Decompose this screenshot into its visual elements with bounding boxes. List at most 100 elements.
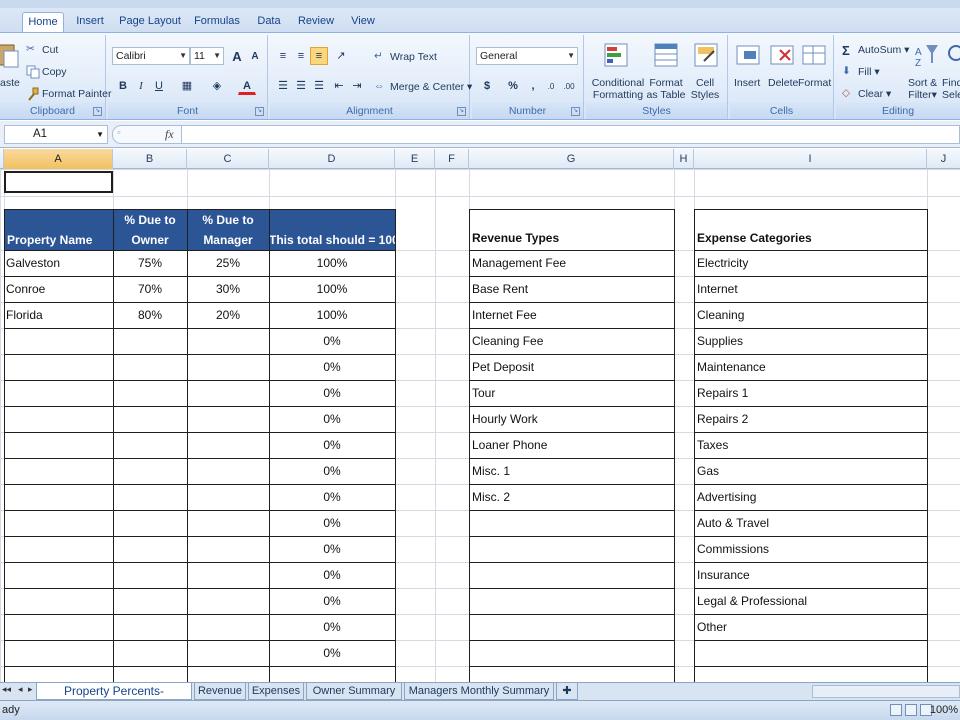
manager-percent-cell[interactable] [187, 406, 269, 432]
delete-button[interactable]: Delete [768, 77, 798, 89]
name-box[interactable]: A1 ▼ [4, 125, 108, 144]
expense-categories-item[interactable]: Repairs 2 [697, 406, 926, 432]
format-as-table-icon[interactable] [652, 41, 680, 69]
total-percent-cell[interactable]: 0% [269, 614, 395, 640]
property-name-cell[interactable] [6, 640, 111, 666]
property-name-cell[interactable] [6, 614, 111, 640]
total-percent-cell[interactable]: 0% [269, 588, 395, 614]
owner-percent-cell[interactable] [113, 614, 187, 640]
column-header-b[interactable]: B [113, 149, 187, 169]
italic-button[interactable]: I [132, 77, 150, 95]
manager-percent-cell[interactable] [187, 484, 269, 510]
owner-percent-cell[interactable] [113, 588, 187, 614]
sheet-tab-owner-summary[interactable]: Owner Summary [306, 683, 402, 700]
owner-percent-cell[interactable] [113, 484, 187, 510]
sheet-tab-revenue[interactable]: Revenue [194, 683, 246, 700]
cut-button[interactable]: ✂ Cut [26, 43, 58, 57]
owner-percent-cell[interactable] [113, 536, 187, 562]
number-format-select[interactable]: General ▼ [476, 47, 578, 65]
expense-categories-item[interactable]: Supplies [697, 328, 926, 354]
total-percent-cell[interactable]: 100% [269, 250, 395, 276]
total-percent-cell[interactable]: 0% [269, 458, 395, 484]
comma-button[interactable]: , [524, 77, 542, 95]
expense-categories-item[interactable]: Electricity [697, 250, 926, 276]
insert-sheet-icon[interactable]: ✚ [556, 683, 578, 700]
column-header-j[interactable]: J [927, 149, 960, 169]
owner-percent-cell[interactable]: 75% [113, 250, 187, 276]
expense-categories-item[interactable]: Cleaning [697, 302, 926, 328]
format-as-table-button[interactable]: Format as Table [644, 77, 688, 101]
sheet-tab-property-percents[interactable]: Property Percents-Categories [36, 683, 192, 714]
property-name-cell[interactable] [6, 354, 111, 380]
column-header-g[interactable]: G [469, 149, 674, 169]
tab-data[interactable]: Data [252, 12, 286, 32]
manager-percent-cell[interactable] [187, 562, 269, 588]
manager-percent-cell[interactable] [187, 354, 269, 380]
wrap-text-button[interactable]: ↵ Wrap Text [374, 50, 437, 64]
alignment-launcher-icon[interactable]: ↘ [457, 107, 466, 116]
property-name-cell[interactable] [6, 562, 111, 588]
owner-percent-cell[interactable] [113, 354, 187, 380]
currency-button[interactable]: $ [478, 77, 496, 95]
find-select-button[interactable]: FindSele [942, 77, 960, 101]
total-percent-cell[interactable]: 100% [269, 276, 395, 302]
bold-button[interactable]: B [114, 77, 132, 95]
delete-cells-icon[interactable] [768, 41, 796, 69]
expense-categories-item[interactable]: Taxes [697, 432, 926, 458]
expense-categories-item[interactable]: Commissions [697, 536, 926, 562]
total-percent-cell[interactable]: 0% [269, 380, 395, 406]
property-name-cell[interactable] [6, 380, 111, 406]
grow-font-button[interactable]: A [228, 47, 246, 65]
tab-insert[interactable]: Insert [68, 12, 112, 32]
column-header-d[interactable]: D [269, 149, 395, 169]
owner-percent-cell[interactable] [113, 432, 187, 458]
manager-percent-cell[interactable] [187, 588, 269, 614]
property-name-cell[interactable] [6, 406, 111, 432]
expense-categories-item[interactable]: Legal & Professional [697, 588, 926, 614]
manager-percent-cell[interactable] [187, 614, 269, 640]
total-percent-cell[interactable]: 0% [269, 328, 395, 354]
total-percent-cell[interactable]: 0% [269, 354, 395, 380]
expense-categories-item[interactable] [697, 640, 926, 666]
copy-button[interactable]: Copy [26, 65, 67, 79]
shrink-font-button[interactable]: A [246, 47, 264, 65]
active-cell-a1[interactable] [4, 171, 113, 193]
next-sheet-icon[interactable]: ▸ [28, 684, 33, 695]
align-bottom-icon[interactable]: ≡ [310, 47, 328, 65]
align-top-icon[interactable]: ≡ [274, 47, 292, 65]
manager-percent-cell[interactable] [187, 536, 269, 562]
tab-view[interactable]: View [346, 12, 380, 32]
property-name-cell[interactable] [6, 484, 111, 510]
total-percent-cell[interactable]: 0% [269, 406, 395, 432]
manager-percent-cell[interactable] [187, 510, 269, 536]
property-name-cell[interactable] [6, 510, 111, 536]
total-percent-cell[interactable]: 0% [269, 484, 395, 510]
column-header-e[interactable]: E [395, 149, 435, 169]
expense-categories-item[interactable]: Repairs 1 [697, 380, 926, 406]
expand-icon[interactable]: ◦ [117, 127, 121, 139]
owner-percent-cell[interactable] [113, 458, 187, 484]
column-header-a[interactable]: A [4, 149, 113, 169]
property-name-cell[interactable]: Conroe [6, 276, 111, 302]
find-select-icon[interactable] [944, 41, 960, 69]
expense-categories-item[interactable]: Auto & Travel [697, 510, 926, 536]
total-percent-cell[interactable]: 100% [269, 302, 395, 328]
owner-percent-cell[interactable] [113, 562, 187, 588]
sheet-tab-expenses[interactable]: Expenses [248, 683, 304, 700]
revenue-types-item[interactable] [472, 510, 673, 536]
align-center-icon[interactable]: ☰ [292, 77, 310, 95]
owner-percent-cell[interactable] [113, 328, 187, 354]
normal-view-icon[interactable] [890, 704, 902, 716]
expense-categories-item[interactable]: Gas [697, 458, 926, 484]
revenue-types-item[interactable]: Cleaning Fee [472, 328, 673, 354]
autosum-button[interactable]: Σ AutoSum ▾ [842, 43, 909, 58]
font-color-button[interactable]: A [238, 77, 256, 95]
manager-percent-cell[interactable] [187, 640, 269, 666]
horizontal-scrollbar[interactable] [812, 685, 960, 698]
formula-input[interactable] [182, 125, 960, 144]
worksheet-grid[interactable]: Property Name % Due to Owner % Due to Manage… [0, 169, 960, 682]
column-header-c[interactable]: C [187, 149, 269, 169]
increase-decimal-icon[interactable]: .0 [542, 77, 560, 95]
property-name-cell[interactable] [6, 588, 111, 614]
expense-categories-item[interactable]: Insurance [697, 562, 926, 588]
